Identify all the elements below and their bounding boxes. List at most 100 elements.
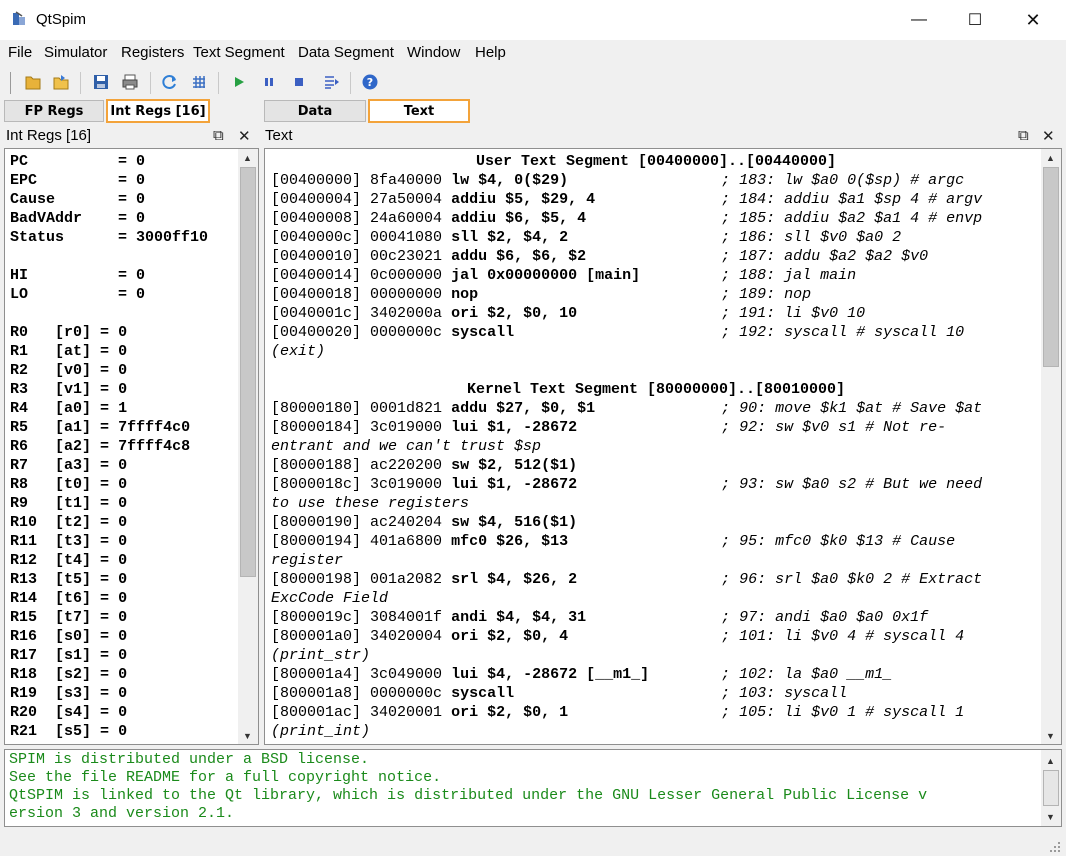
register-separator: = <box>91 514 119 531</box>
instruction-row: [00400010] 00c23021 addu $6, $6, $2 ; 18… <box>271 247 1041 266</box>
register-separator: = <box>91 343 119 360</box>
scroll-down-icon[interactable]: ▼ <box>1042 727 1059 744</box>
register-separator <box>37 685 55 702</box>
text-close-icon[interactable]: ✕ <box>1042 127 1055 145</box>
stop-icon[interactable] <box>290 73 308 91</box>
scroll-up-icon[interactable]: ▲ <box>1042 149 1059 166</box>
instruction-address: [80000184] <box>271 419 362 436</box>
int-regs-pane[interactable]: PC = 0 EPC = 0 Cause = 0 BadVAddr = 0 Status… <box>4 148 259 745</box>
menu-text-segment[interactable]: Text Segment <box>193 44 285 61</box>
register-row: R21 [s5] = 0 <box>10 722 208 741</box>
menu-window[interactable]: Window <box>407 44 460 61</box>
int-regs-close-icon[interactable]: ✕ <box>238 127 251 145</box>
register-row: PC = 0 <box>10 152 208 171</box>
console-pane[interactable]: SPIM is distributed under a BSD license.… <box>4 749 1062 827</box>
instruction-asm: lui $1, -28672 <box>451 476 578 493</box>
help-icon[interactable]: ? <box>361 73 379 91</box>
instruction-comment: ; 186: sll $v0 $a0 2 <box>721 229 902 246</box>
minimize-icon[interactable]: — <box>890 0 948 40</box>
register-separator: = <box>28 267 137 284</box>
instruction-row: [80000180] 0001d821 addu $27, $0, $1 ; 9… <box>271 399 1041 418</box>
save-icon[interactable] <box>92 73 110 91</box>
register-separator: = <box>91 495 119 512</box>
register-name: R5 <box>10 419 29 436</box>
menu-simulator[interactable]: Simulator <box>44 44 107 61</box>
text-float-icon[interactable]: ⧉ <box>1018 127 1029 144</box>
window-title: QtSpim <box>36 11 87 28</box>
register-alias: [a2] <box>55 438 92 455</box>
instruction-address: [0040000c] <box>271 229 362 246</box>
int-regs-scrollbar[interactable]: ▲ ▼ <box>238 149 258 744</box>
open-file-icon[interactable] <box>24 73 42 91</box>
register-separator: = <box>37 172 137 189</box>
register-row: R14 [t6] = 0 <box>10 589 208 608</box>
register-alias: [t5] <box>55 571 92 588</box>
tab-int-regs[interactable]: Int Regs [16] <box>106 99 210 123</box>
register-separator: = <box>91 666 119 683</box>
instruction-row: [80000194] 401a6800 mfc0 $26, $13 ; 95: … <box>271 532 1041 551</box>
pause-icon[interactable] <box>260 73 278 91</box>
instruction-address: [80000190] <box>271 514 362 531</box>
menu-data-segment[interactable]: Data Segment <box>298 44 394 61</box>
menu-file[interactable]: File <box>8 44 32 61</box>
segment-header: User Text Segment [00400000]..[00440000] <box>475 153 837 170</box>
register-row: R17 [s1] = 0 <box>10 646 208 665</box>
tab-text[interactable]: Text <box>368 99 470 123</box>
register-value: 0 <box>136 267 146 284</box>
instruction-comment: ; 188: jal main <box>721 267 857 284</box>
run-icon[interactable] <box>230 73 248 91</box>
instruction-asm: addu $27, $0, $1 <box>451 400 596 417</box>
scroll-up-icon[interactable]: ▲ <box>239 149 256 166</box>
instruction-address: [800001a8] <box>271 685 362 702</box>
console-scrollbar[interactable]: ▲ ▼ <box>1041 750 1061 826</box>
scroll-thumb[interactable] <box>1043 770 1059 806</box>
text-segment-pane[interactable]: User Text Segment [00400000]..[00440000]… <box>264 148 1062 745</box>
maximize-icon[interactable]: ☐ <box>946 0 1004 40</box>
step-icon[interactable] <box>322 73 340 91</box>
scroll-down-icon[interactable]: ▼ <box>1042 808 1059 825</box>
tab-data[interactable]: Data <box>264 100 366 122</box>
scroll-down-icon[interactable]: ▼ <box>239 727 256 744</box>
tab-fp-regs[interactable]: FP Regs <box>4 100 104 122</box>
register-name: R18 <box>10 666 38 683</box>
text-scrollbar[interactable]: ▲ ▼ <box>1041 149 1061 744</box>
scroll-up-icon[interactable]: ▲ <box>1042 752 1059 769</box>
instruction-address: [80000180] <box>271 400 362 417</box>
resize-grip-icon[interactable] <box>1048 840 1062 854</box>
text-panel-title: Text <box>265 127 293 144</box>
instruction-code: 3c049000 <box>370 666 443 683</box>
instruction-asm: addiu $6, $5, 4 <box>451 210 587 227</box>
grid-icon[interactable] <box>190 73 208 91</box>
menu-registers[interactable]: Registers <box>121 44 184 61</box>
toolbar-separator <box>350 72 351 94</box>
instruction-asm: ori $2, $0, 10 <box>451 305 578 322</box>
print-icon[interactable] <box>121 73 139 91</box>
int-regs-panel-title: Int Regs [16] <box>6 127 92 144</box>
register-row: R20 [s4] = 0 <box>10 703 208 722</box>
register-alias: [t1] <box>55 495 92 512</box>
register-row: R7 [a3] = 0 <box>10 456 208 475</box>
instruction-comment: ; 96: srl $a0 $k0 2 # Extract <box>721 571 983 588</box>
register-alias: [s5] <box>55 723 92 740</box>
register-name: R10 <box>10 514 38 531</box>
close-icon[interactable]: ✕ <box>1004 0 1062 40</box>
scroll-thumb[interactable] <box>1043 167 1059 367</box>
instruction-code: ac240204 <box>370 514 443 531</box>
open-folder-icon[interactable] <box>52 73 70 91</box>
instruction-address: [8000019c] <box>271 609 362 626</box>
register-name: R20 <box>10 704 38 721</box>
reload-icon[interactable] <box>161 73 179 91</box>
menu-help[interactable]: Help <box>475 44 506 61</box>
scroll-thumb[interactable] <box>240 167 256 577</box>
menu-bar: File Simulator Registers Text Segment Da… <box>0 40 1066 66</box>
int-regs-float-icon[interactable]: ⧉ <box>213 127 224 144</box>
